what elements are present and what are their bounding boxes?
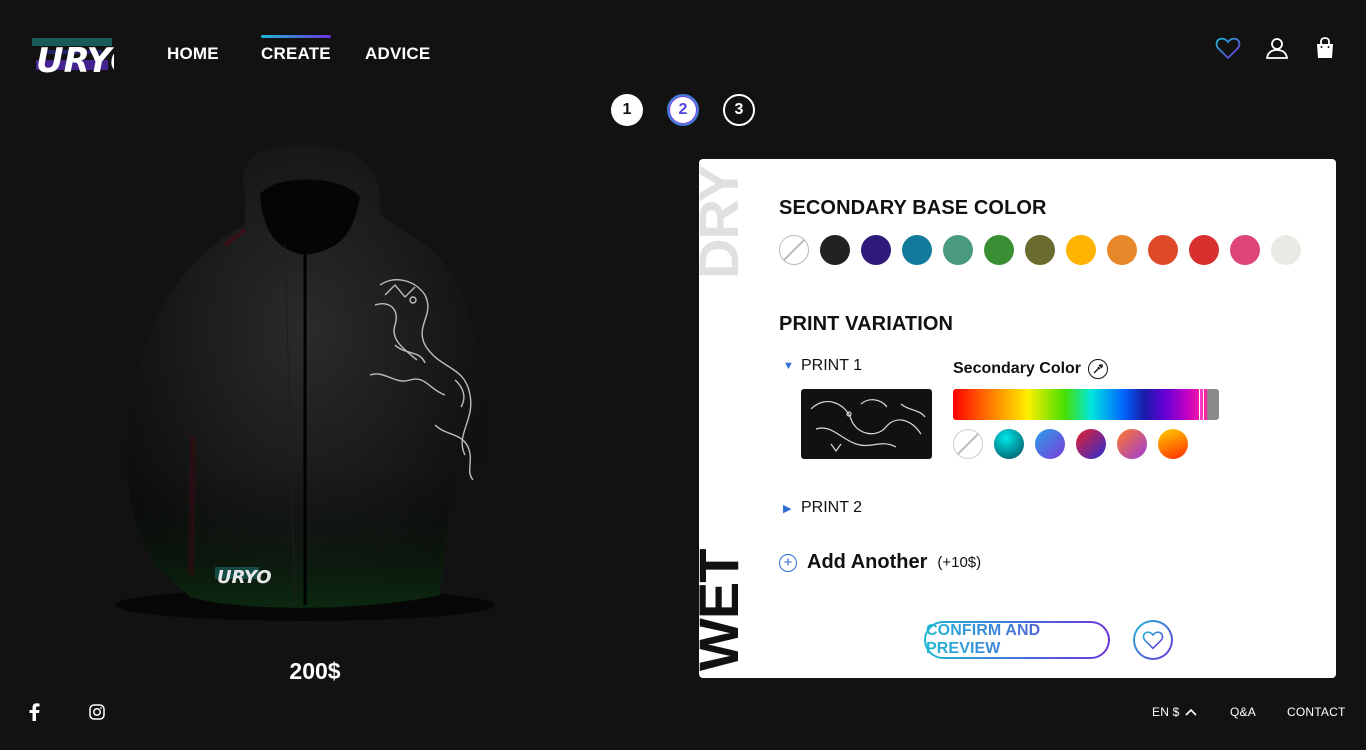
print-1-toggle[interactable]: ▼ PRINT 1 [783, 357, 862, 375]
swatch-green[interactable] [984, 235, 1014, 265]
add-another-label: Add Another [807, 551, 928, 573]
language-currency-selector[interactable]: EN $ [1152, 705, 1198, 719]
secondary-color-label: Secondary Color [953, 360, 1082, 377]
gradient-swatch-blue-purple[interactable] [1035, 429, 1065, 459]
add-another-print-button[interactable]: + Add Another (+10$) [779, 551, 981, 574]
swatch-red-orange[interactable] [1148, 235, 1178, 265]
contact-link[interactable]: CONTACT [1287, 705, 1346, 719]
nav-home[interactable]: HOME [167, 44, 219, 64]
add-another-price: (+10$) [937, 554, 982, 571]
swatch-indigo[interactable] [861, 235, 891, 265]
favorites-button[interactable] [1214, 34, 1242, 62]
swatch-orange[interactable] [1107, 235, 1137, 265]
gradient-swatches [953, 429, 1188, 459]
confirm-and-preview-button[interactable]: CONFIRM AND PREVIEW [924, 621, 1110, 659]
svg-text:DRY: DRY [699, 165, 743, 279]
shopping-bag-icon [1317, 37, 1333, 58]
language-currency-label: EN $ [1152, 705, 1180, 719]
spectrum-handle[interactable] [1199, 389, 1204, 420]
wet-label: WET [699, 549, 743, 671]
logo-text: URYO [36, 41, 114, 80]
customization-panel: DRY WET SECONDARY BASE COLOR PRINT VARIA… [699, 159, 1336, 678]
dry-label: DRY [699, 165, 743, 279]
color-spectrum-slider[interactable] [953, 389, 1219, 420]
cart-button[interactable] [1311, 34, 1339, 62]
print-1-thumbnail[interactable] [801, 389, 932, 459]
print-2-label: PRINT 2 [801, 499, 863, 516]
base-color-swatches [779, 235, 1301, 265]
qa-link[interactable]: Q&A [1230, 705, 1256, 719]
confirm-label: CONFIRM AND PREVIEW [926, 622, 1108, 658]
gradient-swatch-orange-purple[interactable] [1117, 429, 1147, 459]
user-icon [1265, 38, 1289, 59]
swatch-black[interactable] [820, 235, 850, 265]
product-price: 200$ [289, 658, 341, 684]
instagram-link[interactable] [87, 702, 107, 722]
jacket-logo-text: URYO [217, 567, 272, 588]
print-variation-title: PRINT VARIATION [779, 313, 954, 335]
chevron-up-icon [1185, 708, 1198, 716]
gradient-swatch-yellow-red[interactable] [1158, 429, 1188, 459]
facebook-icon [29, 703, 40, 721]
caret-down-icon: ▼ [783, 360, 794, 372]
swatch-olive[interactable] [1025, 235, 1055, 265]
swatch-pink[interactable] [1230, 235, 1260, 265]
brand-logo[interactable]: URYO [30, 26, 139, 81]
caret-right-icon: ▶ [783, 502, 792, 515]
swatch-off-white[interactable] [1271, 235, 1301, 265]
eyedropper-button[interactable] [1088, 359, 1109, 379]
instagram-icon [89, 704, 105, 720]
plus-circle-icon: + [779, 553, 797, 572]
swatch-teal-blue[interactable] [902, 235, 932, 265]
gradient-swatch-red-blue[interactable] [1076, 429, 1106, 459]
swatch-red[interactable] [1189, 235, 1219, 265]
eyedropper-icon [1093, 364, 1103, 374]
secondary-color-heading: Secondary Color [953, 359, 1109, 379]
account-button[interactable] [1263, 34, 1291, 62]
step-3[interactable]: 3 [723, 94, 755, 126]
gradient-swatch-none[interactable] [953, 429, 983, 459]
step-1[interactable]: 1 [611, 94, 643, 126]
step-2-active[interactable]: 2 [667, 94, 699, 126]
print-2-toggle[interactable]: ▶ PRINT 2 [783, 499, 862, 517]
swatch-yellow[interactable] [1066, 235, 1096, 265]
gradient-swatch-teal[interactable] [994, 429, 1024, 459]
print-1-label: PRINT 1 [801, 357, 863, 374]
product-preview-jacket: URYO [95, 135, 515, 625]
swatch-sea-green[interactable] [943, 235, 973, 265]
secondary-base-color-title: SECONDARY BASE COLOR [779, 197, 1047, 219]
nav-create[interactable]: CREATE [261, 35, 331, 64]
heart-icon [1215, 37, 1241, 60]
swatch-none[interactable] [779, 235, 809, 265]
heart-icon [1142, 631, 1164, 650]
add-to-favorites-button[interactable] [1133, 620, 1173, 660]
facebook-link[interactable] [24, 702, 44, 722]
nav-advice[interactable]: ADVICE [365, 44, 430, 64]
svg-text:WET: WET [699, 549, 743, 671]
